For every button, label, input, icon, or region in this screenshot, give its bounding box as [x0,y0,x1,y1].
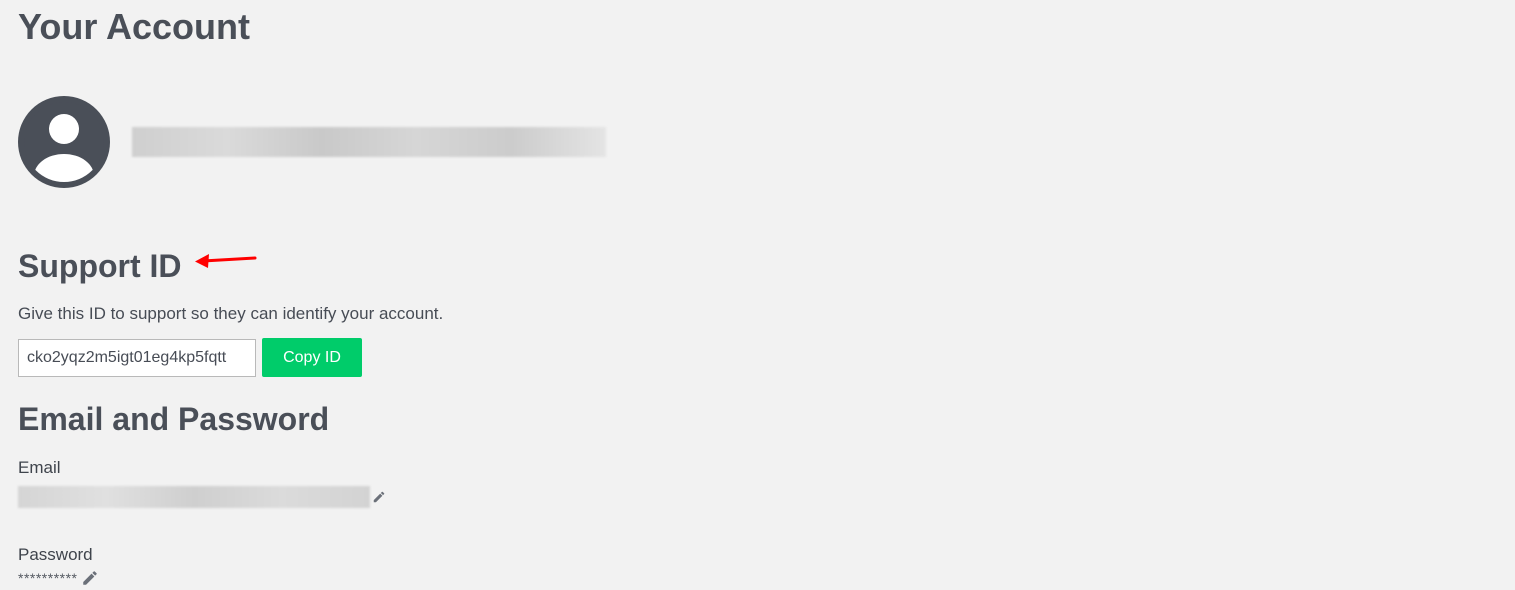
support-id-heading: Support ID [18,248,182,284]
page-title: Your Account [18,6,250,47]
password-row: ********** [18,569,99,587]
redacted-account-name [132,127,606,157]
copy-id-button[interactable]: Copy ID [262,338,362,377]
support-id-description: Give this ID to support so they can iden… [18,304,444,323]
password-label: Password [18,545,93,564]
email-password-heading: Email and Password [18,401,330,437]
email-label: Email [18,458,61,477]
profile-summary [18,96,606,188]
support-id-input[interactable] [18,338,256,377]
user-circle-icon [18,96,110,188]
redacted-email-value [18,486,370,508]
edit-email-pencil-icon[interactable] [372,490,386,504]
email-row [18,486,386,508]
edit-password-pencil-icon[interactable] [81,569,99,587]
red-arrow-icon [193,248,257,279]
support-id-row: Copy ID [18,338,362,377]
password-mask: ********** [18,570,78,586]
